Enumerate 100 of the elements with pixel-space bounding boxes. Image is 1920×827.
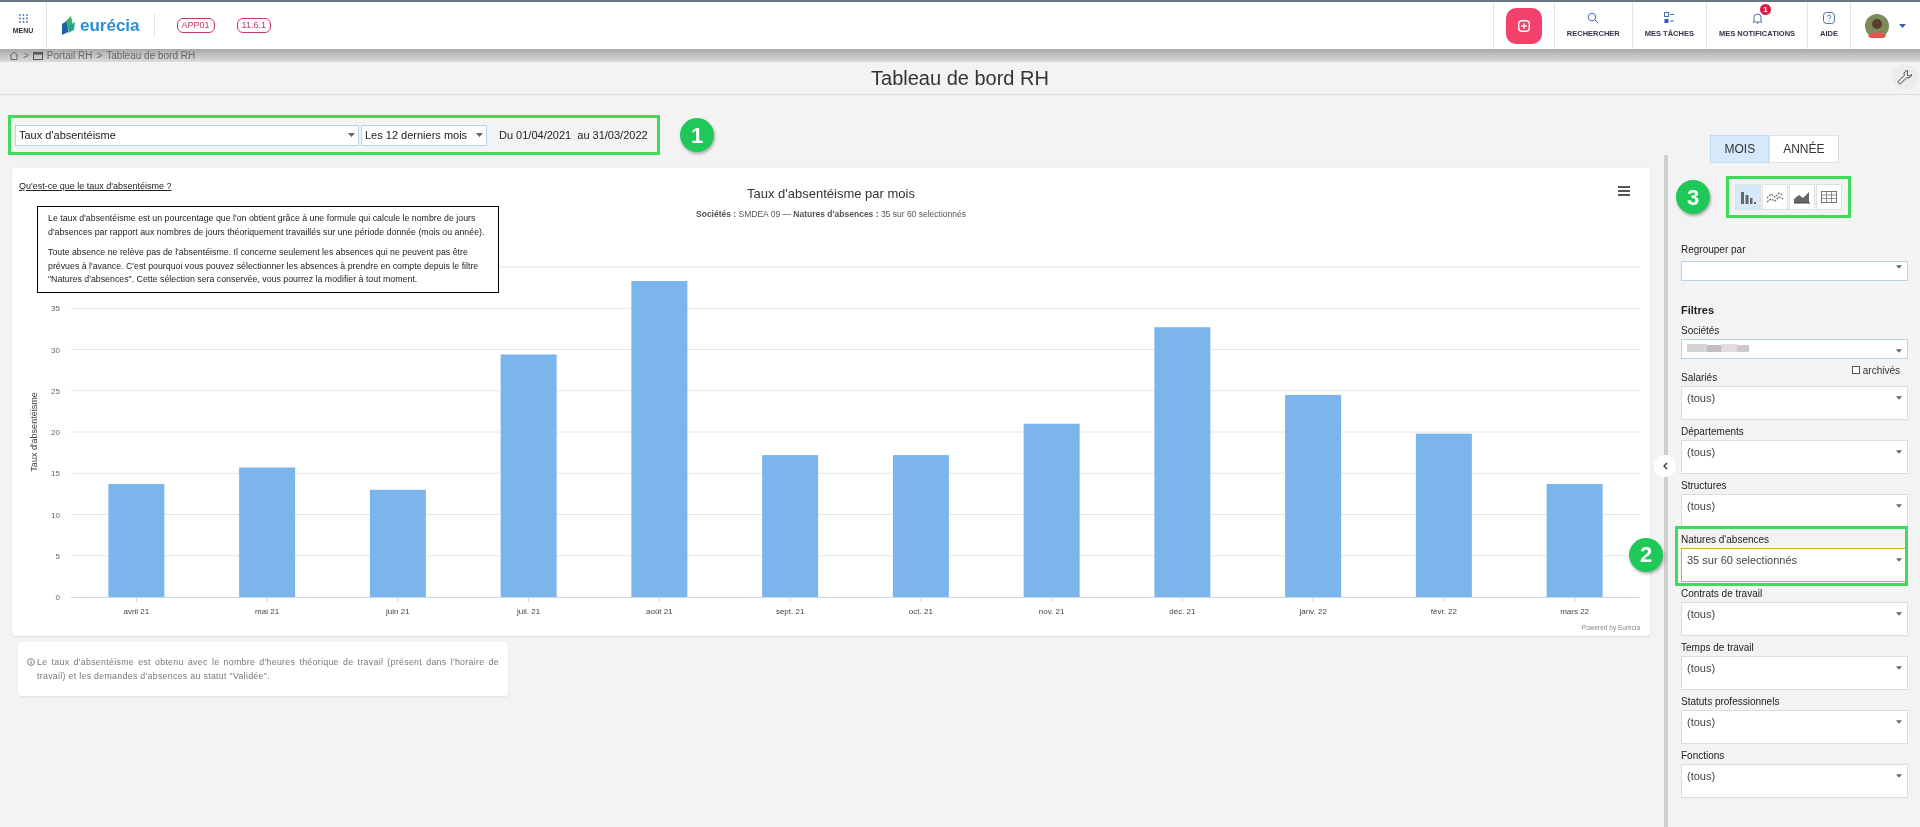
field-label: Temps de travail <box>1681 640 1754 655</box>
dropdown-caret-icon <box>1896 348 1902 353</box>
dropdown-field[interactable]: (tous) <box>1681 601 1908 636</box>
collapse-button[interactable] <box>1654 455 1676 477</box>
chart-type-button[interactable] <box>1735 184 1761 210</box>
checkbox[interactable] <box>1851 366 1860 374</box>
dropdown-caret-icon <box>476 133 483 137</box>
dropdown-caret-icon <box>1896 665 1902 670</box>
field-label: Salariés <box>1681 370 1718 385</box>
axis-tick-label: nov. 21 <box>1038 607 1065 616</box>
dropdown-caret-icon <box>1896 503 1902 508</box>
chart-type-button[interactable] <box>1762 184 1788 210</box>
field-label: Contrats de travail <box>1681 586 1763 601</box>
axis-tick-label: 20 <box>51 428 60 437</box>
period-tab[interactable]: ANNÉE <box>1769 135 1839 163</box>
field-label: Sociétés <box>1681 323 1720 338</box>
field-label: Regrouper par <box>1681 243 1747 257</box>
dropdown-caret-icon <box>1896 449 1902 454</box>
chart-subtitle: Sociétés : SMDEA 09 — Natures d'absences : 35 sur 60 selectionnés <box>696 207 966 221</box>
axis-tick-label: mai 21 <box>255 607 280 616</box>
axis-tick-label: août 21 <box>646 607 673 616</box>
dropdown-field[interactable]: (tous) <box>1681 385 1908 420</box>
dropdown-field[interactable]: 35 sur 60 selectionnés <box>1681 547 1908 582</box>
axis-tick-label: 35 <box>51 304 60 314</box>
indicator-select[interactable]: Taux d'absentéisme <box>15 124 359 146</box>
axis-tick-label: janv. 22 <box>1299 607 1327 616</box>
axis-tick-label: oct. 21 <box>908 607 933 616</box>
logo-icon <box>60 15 76 36</box>
version-badge: APP01 <box>176 18 215 33</box>
dropdown-caret-icon <box>1896 557 1902 562</box>
logo-text: eurécia <box>80 17 140 34</box>
notification-badge: 1 <box>1760 4 1771 15</box>
chart-type-button[interactable] <box>1816 184 1842 210</box>
settings-button[interactable] <box>1892 64 1918 90</box>
wrench-icon <box>1897 69 1913 85</box>
axis-tick-label: 30 <box>51 345 60 355</box>
axis-tick-label: 25 <box>51 386 60 396</box>
checklist-icon <box>1664 11 1675 24</box>
breadcrumb-separator: > <box>23 50 29 61</box>
period-select[interactable]: Les 12 derniers mois <box>361 124 487 146</box>
axis-tick-label: mars 22 <box>1560 607 1590 616</box>
version-badge: 11.6.1 <box>236 18 271 33</box>
axis-tick-label: avril 21 <box>123 607 150 616</box>
tooltip-paragraph: Toute absence ne relève pas de l'absentéisme. Il concerne seulement les absences qui ne peuvent pas être prévues à l'avance. C'est pourquoi vous pouvez sélectionner les absences à prendre en compte depuis le filtre "Natures d'absences". Cette sélection sera conservée, vous pourrez la modifier à tout moment. <box>48 246 480 286</box>
chart-menu-button[interactable] <box>1618 186 1630 196</box>
bell-icon <box>1751 11 1763 24</box>
axis-title: Taux d'absentéisme <box>29 392 39 472</box>
note-text: Le taux d'absentéisme est obtenu avec le nombre d'heures théorique de travail (présent dans l'horaire de travail) et les demandes d'absences au statut "Validée". <box>37 656 499 683</box>
field-label: Fonctions <box>1681 748 1725 763</box>
dropdown-caret-icon <box>1896 265 1902 269</box>
chart-title: Taux d'absentéisme par mois <box>747 185 915 203</box>
search-icon <box>1587 11 1600 24</box>
dropdown-caret-icon <box>1896 719 1902 724</box>
axis-tick-label: sept. 21 <box>775 607 805 616</box>
avatar[interactable] <box>1865 13 1889 38</box>
plus-icon <box>1517 19 1530 32</box>
add-button[interactable] <box>1505 7 1542 44</box>
section-heading: Filtres <box>1681 303 1715 318</box>
help-link[interactable]: Qu'est-ce que le taux d'absentéisme ? <box>19 180 172 194</box>
chart-type-button[interactable] <box>1789 184 1815 210</box>
field-label: Statuts professionnels <box>1681 694 1780 709</box>
axis-tick-label: déc. 21 <box>1169 607 1196 616</box>
info-icon <box>27 658 35 666</box>
table-icon <box>1820 189 1838 205</box>
page-title: Tableau de bord RH <box>871 66 1049 91</box>
tooltip-paragraph: Le taux d'absentéisme est un pourcentage que l'on obtient grâce à une formule qui calcule le nombre de jours d'absences par rapport aux nombres de jours théoriquement travaillés sur une période donnée (mois ou année). <box>48 212 486 239</box>
menu-icon <box>1618 186 1630 196</box>
help-icon <box>1823 11 1836 24</box>
dropdown-field[interactable] <box>1681 338 1908 359</box>
menu-icon <box>18 14 28 24</box>
field-label: Natures d'absences <box>1681 532 1770 547</box>
dropdown-field[interactable]: (tous) <box>1681 439 1908 474</box>
dropdown-field[interactable]: (tous) <box>1681 709 1908 744</box>
dropdown-field[interactable]: (tous) <box>1681 493 1908 528</box>
axis-tick-label: 5 <box>55 551 60 561</box>
axis-tick-label: juin 21 <box>386 607 410 616</box>
dropdown-field[interactable]: (tous) <box>1681 655 1908 690</box>
dropdown-caret-icon <box>1896 395 1902 400</box>
dropdown-field[interactable]: (tous) <box>1681 763 1908 798</box>
archive-checkbox[interactable]: archivés <box>1851 362 1900 378</box>
dropdown-caret-icon <box>1896 773 1902 778</box>
breadcrumb-separator: > <box>96 50 103 61</box>
home-icon[interactable] <box>9 51 19 60</box>
axis-tick-label: 0 <box>55 593 60 602</box>
axis-tick-label: 15 <box>51 469 60 479</box>
bar-chart-icon <box>1739 189 1757 205</box>
chevron-left-icon <box>1662 462 1668 470</box>
field-label: Structures <box>1681 478 1727 493</box>
callout-number: 1 <box>680 118 714 152</box>
period-tab[interactable]: MOIS <box>1710 135 1770 163</box>
dropdown-caret-icon <box>348 133 355 137</box>
callout-number: 3 <box>1676 180 1710 214</box>
folder-icon <box>32 51 43 60</box>
dropdown-caret-icon <box>1896 611 1902 616</box>
axis-tick-label: juil. 21 <box>517 607 541 616</box>
field-label: Départements <box>1681 424 1744 439</box>
caret-icon[interactable] <box>1899 23 1906 28</box>
date-range: Du 01/04/2021 au 31/03/2022 <box>499 127 648 143</box>
axis-tick-label: 10 <box>51 510 60 520</box>
dropdown-field[interactable] <box>1681 261 1908 281</box>
